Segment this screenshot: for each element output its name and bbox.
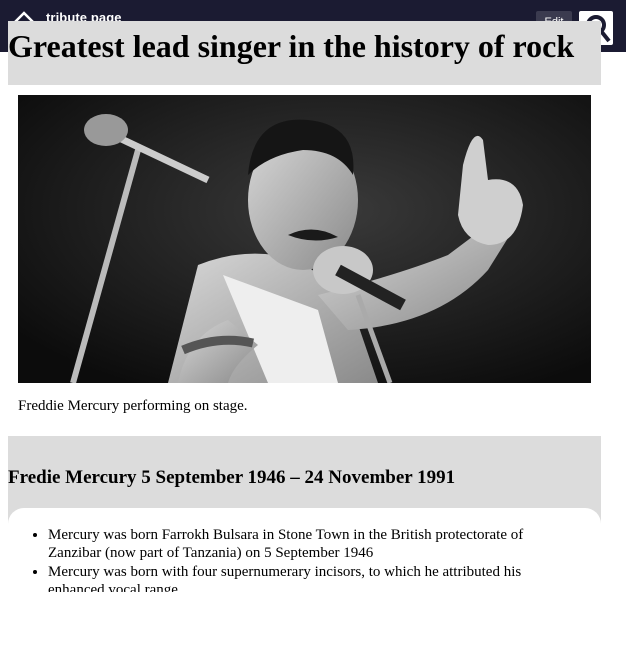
facts-panel: Mercury was born Farrokh Bulsara in Ston… xyxy=(8,508,601,647)
freddie-mercury-photo xyxy=(18,95,591,383)
page-title: Greatest lead singer in the history of r… xyxy=(8,28,575,64)
list-item: Mercury was born Farrokh Bulsara in Ston… xyxy=(48,526,561,562)
bio-title: Fredie Mercury 5 September 1946 – 24 Nov… xyxy=(8,467,456,488)
photo-caption: Freddie Mercury performing on stage. xyxy=(18,398,248,414)
facts-list: Mercury was born Farrokh Bulsara in Ston… xyxy=(8,526,601,600)
content-clip xyxy=(8,592,601,647)
heading-section: Greatest lead singer in the history of r… xyxy=(8,21,601,85)
bio-section: Fredie Mercury 5 September 1946 – 24 Nov… xyxy=(8,436,601,647)
